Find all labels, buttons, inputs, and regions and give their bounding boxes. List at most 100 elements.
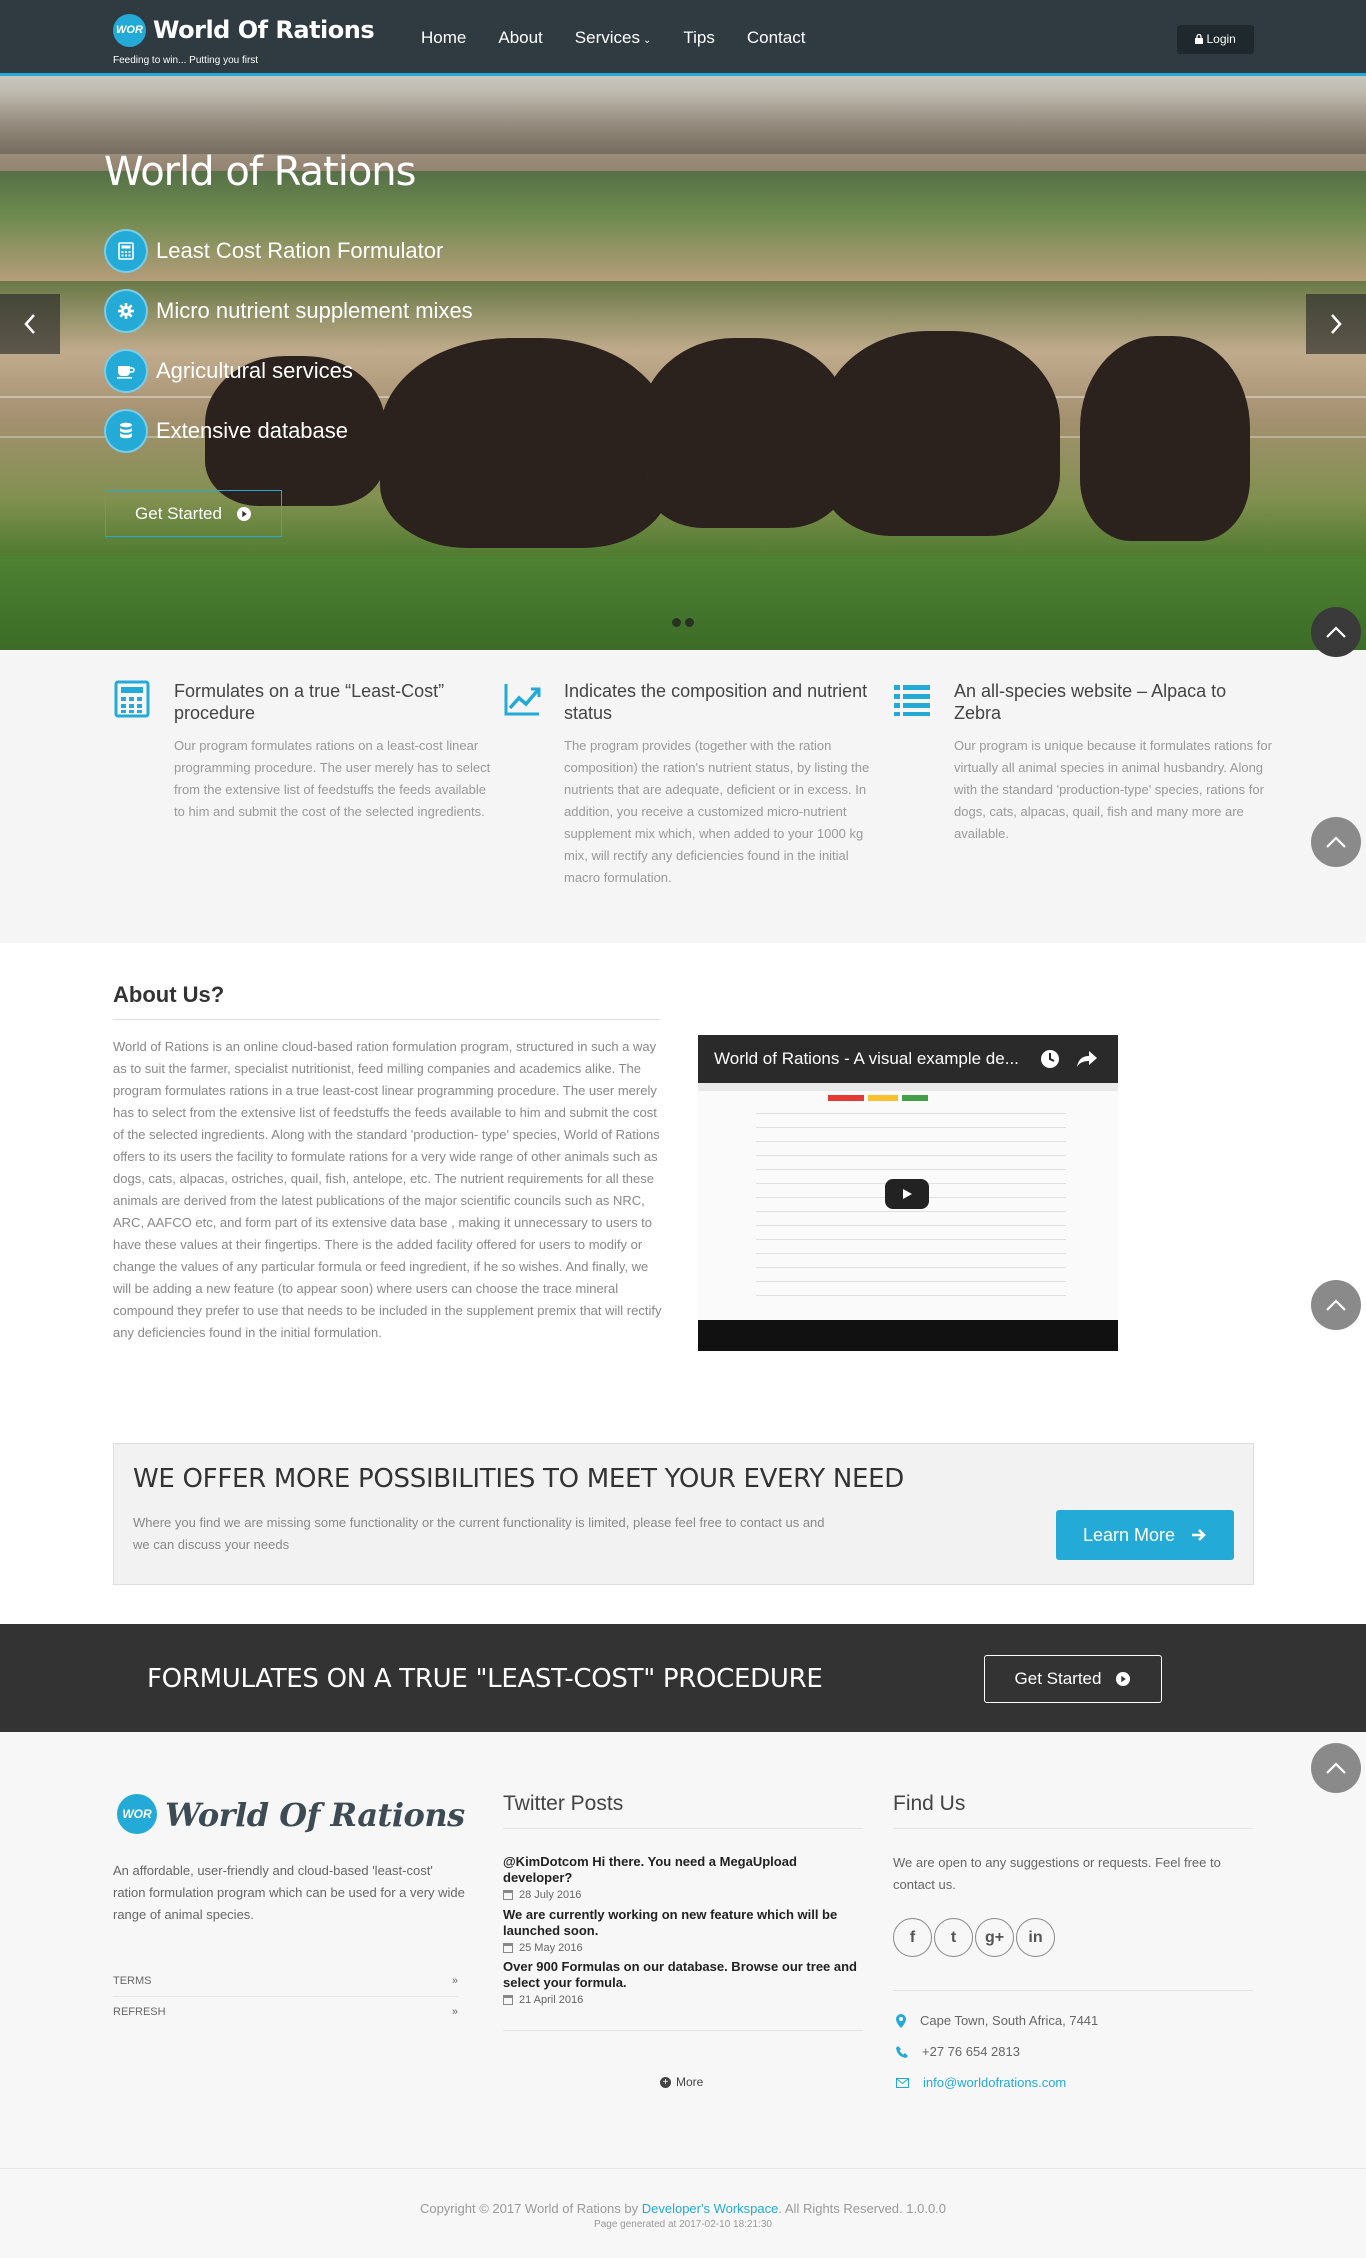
offer-text: Where you find we are missing some funct… (133, 1515, 825, 1552)
line-chart-icon (504, 684, 541, 716)
scroll-top-button[interactable] (1311, 1743, 1361, 1793)
play-icon (903, 1189, 912, 1199)
feature-text: The program provides (together with the … (564, 738, 870, 885)
video-thumbnail (698, 1083, 1118, 1320)
feature-title: Indicates the composition and nutrient s… (564, 681, 868, 723)
slider-prev-button[interactable] (0, 294, 60, 354)
feature-text: Our program is unique because it formula… (954, 738, 1272, 841)
hero-feature: Extensive database (104, 409, 348, 453)
learn-more-button[interactable]: Learn More (1056, 1510, 1234, 1560)
address-text: Cape Town, South Africa, 7441 (920, 2013, 1099, 2028)
divider (503, 2030, 863, 2031)
more-label: More (676, 2075, 704, 2089)
facebook-icon[interactable]: f (893, 1918, 932, 1957)
tweet: Over 900 Formulas on our database. Brows… (503, 1959, 863, 2006)
scroll-top-button[interactable] (1311, 1280, 1361, 1330)
tweet-date: 21 April 2016 (503, 1994, 863, 2006)
about-text: World of Rations is an online cloud-base… (113, 1039, 662, 1340)
about-heading-bold: Us? (182, 982, 225, 1007)
coffee-icon (104, 349, 148, 393)
footer-link-refresh[interactable]: Refresh » (113, 1996, 458, 2026)
scroll-top-button[interactable] (1311, 817, 1361, 867)
video-row (756, 1113, 1066, 1114)
database-icon (104, 409, 148, 453)
hero-feature-label: Least Cost Ration Formulator (156, 238, 444, 263)
tweet-text[interactable]: We are currently working on new feature … (503, 1907, 863, 1939)
page-generated-text: Page generated at 2017-02-10 18:21:30 (594, 2219, 772, 2230)
lock-icon (1195, 33, 1204, 44)
tweet-date-text: 21 April 2016 (519, 1994, 584, 2006)
video-row (756, 1169, 1066, 1170)
developer-link[interactable]: Developer's Workspace (642, 2201, 779, 2216)
copyright-post: . All Rights Reserved. 1.0.0.0 (778, 2201, 947, 2216)
offer-heading: WE OFFER MORE POSSIBILITIES TO MEET YOUR… (133, 1464, 904, 1494)
nav-services[interactable]: Services ⌄ (559, 0, 668, 76)
hero-feature-label: Extensive database (156, 418, 349, 443)
hero-feature: Agricultural services (104, 349, 353, 393)
google-plus-icon[interactable]: g+ (975, 1918, 1014, 1957)
hero-feature-label: Micro nutrient supplement mixes (156, 298, 473, 323)
hero-get-started-button[interactable]: Get Started (105, 490, 282, 537)
slider-dot[interactable] (672, 618, 681, 627)
chevron-down-icon: ⌄ (642, 35, 652, 46)
login-label: Login (1206, 32, 1236, 46)
tweet-date-text: 25 May 2016 (519, 1942, 583, 1954)
contact-email: info@worldofrations.com (896, 2075, 1066, 2090)
more-tweets-link[interactable]: + More (660, 2075, 703, 2089)
learn-more-label: Learn More (1082, 1524, 1176, 1545)
footer-logo-badge: WOR (117, 1794, 157, 1834)
social-links: f t g+ in (893, 1918, 1055, 1957)
video-title[interactable]: World of Rations - A visual example de..… (714, 1049, 1019, 1069)
slider-dots (672, 618, 694, 627)
video-row (756, 1267, 1066, 1268)
hero-feature-label: Agricultural services (156, 358, 353, 383)
tweet-text[interactable]: Over 900 Formulas on our database. Brows… (503, 1959, 863, 1991)
hero-cow (380, 338, 670, 548)
gear-icon (104, 289, 148, 333)
tweet-text[interactable]: @KimDotcom Hi there. You need a MegaUplo… (503, 1854, 863, 1886)
hero-bg-grass (0, 556, 1366, 650)
email-link[interactable]: info@worldofrations.com (923, 2075, 1066, 2090)
site-logo[interactable]: WOR World Of Rations Feeding to win... P… (113, 13, 375, 73)
envelope-icon (896, 2077, 909, 2088)
hero-title: World of Rations (104, 149, 416, 195)
footer-link-label: Terms (113, 1975, 152, 1987)
clock-icon[interactable] (1040, 1049, 1060, 1069)
plus-circle-icon: + (660, 2076, 671, 2088)
slider-dot[interactable] (685, 618, 694, 627)
hero-slider: World of Rations Least Cost Ration Formu… (0, 76, 1366, 650)
linkedin-icon[interactable]: in (1016, 1918, 1055, 1957)
offer-box: WE OFFER MORE POSSIBILITIES TO MEET YOUR… (113, 1443, 1254, 1585)
calendar-icon (503, 1943, 513, 1953)
hero-feature: Micro nutrient supplement mixes (104, 289, 473, 333)
hero-get-started-label: Get Started (135, 503, 222, 523)
chevron-double-right-icon: » (451, 2006, 458, 2018)
nav-tips[interactable]: Tips (667, 0, 731, 76)
video-row (756, 1127, 1066, 1128)
calendar-icon (503, 1890, 513, 1900)
nav-about[interactable]: About (482, 0, 558, 76)
video-player[interactable]: World of Rations - A visual example de..… (698, 1035, 1118, 1351)
footer-logo-title: World Of Rations (165, 1796, 465, 1834)
play-button[interactable] (885, 1179, 929, 1209)
scroll-top-button[interactable] (1311, 607, 1361, 657)
about-heading-pre: About (113, 982, 183, 1007)
chevron-up-icon (1326, 1762, 1346, 1774)
feature-title: An all-species website – Alpaca to Zebra (954, 681, 1227, 723)
tweet-date: 28 July 2016 (503, 1889, 863, 1901)
footer-logo[interactable]: WOR World Of Rations (113, 1792, 465, 1842)
nav-contact[interactable]: Contact (731, 0, 822, 76)
nav-home[interactable]: Home (405, 0, 482, 76)
about-heading: About Us? (113, 982, 224, 1008)
copyright-text: Copyright © 2017 World of Rations by Dev… (0, 2201, 1366, 2216)
copyright-pre: Copyright © 2017 World of Rations by (419, 2201, 642, 2216)
footer-link-terms[interactable]: Terms » (113, 1966, 458, 1996)
video-row (756, 1239, 1066, 1240)
share-icon[interactable] (1076, 1050, 1098, 1068)
footer-description: An affordable, user-friendly and cloud-b… (113, 1863, 465, 1922)
contact-phone: +27 76 654 2813 (896, 2044, 1020, 2059)
band-get-started-button[interactable]: Get Started (984, 1655, 1162, 1703)
slider-next-button[interactable] (1306, 294, 1366, 354)
twitter-icon[interactable]: t (934, 1918, 973, 1957)
login-button[interactable]: Login (1177, 25, 1254, 54)
